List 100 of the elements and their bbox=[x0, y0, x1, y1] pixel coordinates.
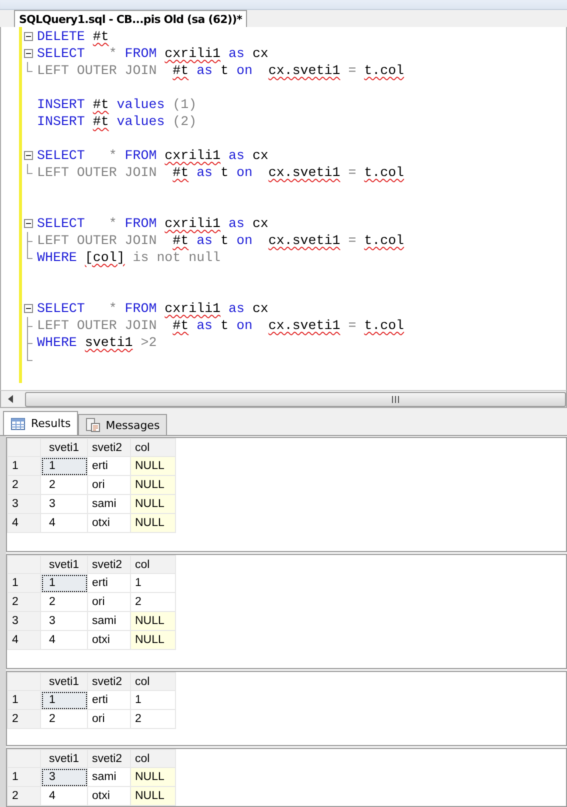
code-token: t bbox=[220, 232, 228, 248]
row-number[interactable]: 1 bbox=[8, 456, 40, 476]
scroll-thumb[interactable] bbox=[25, 392, 566, 407]
code-token: as bbox=[196, 232, 213, 248]
code-token: values bbox=[116, 114, 165, 129]
table-cell[interactable]: NULL bbox=[130, 476, 176, 494]
table-cell[interactable]: ori bbox=[88, 592, 130, 612]
column-header[interactable]: col bbox=[130, 750, 176, 768]
column-header[interactable]: sveti1 bbox=[40, 556, 88, 574]
table-cell[interactable]: 1 bbox=[40, 456, 88, 476]
table-cell[interactable]: erti bbox=[88, 574, 130, 592]
code-token: FROM bbox=[124, 46, 157, 61]
column-header[interactable]: col bbox=[130, 672, 176, 690]
document-tab[interactable]: SQLQuery1.sql - CB...pis Old (sa (62))* bbox=[14, 10, 247, 27]
outline-line bbox=[27, 232, 33, 249]
code-token: #t bbox=[172, 62, 189, 78]
code-token: >2 bbox=[140, 334, 157, 350]
column-header[interactable]: sveti1 bbox=[40, 750, 88, 768]
collapse-icon[interactable] bbox=[24, 48, 33, 58]
code-token: t bbox=[220, 164, 228, 180]
column-header[interactable]: sveti2 bbox=[88, 672, 130, 690]
table-cell[interactable]: 4 bbox=[40, 630, 88, 650]
code-token: #t bbox=[172, 232, 189, 248]
column-header[interactable]: sveti1 bbox=[40, 438, 88, 456]
code-token: cx.sveti1 bbox=[268, 318, 340, 333]
outline-end-line bbox=[27, 62, 33, 72]
code-token: #t bbox=[92, 28, 109, 44]
row-number[interactable]: 1 bbox=[8, 768, 40, 786]
table-cell[interactable]: 4 bbox=[40, 514, 88, 532]
table-cell[interactable]: 4 bbox=[40, 786, 88, 806]
code-token: INSERT bbox=[37, 114, 85, 129]
row-number[interactable]: 2 bbox=[8, 476, 40, 494]
table-cell[interactable]: NULL bbox=[130, 786, 176, 806]
code-token: = bbox=[348, 318, 356, 333]
corner-cell bbox=[8, 750, 40, 768]
column-header[interactable]: sveti1 bbox=[40, 672, 88, 690]
code-token: * bbox=[108, 300, 117, 316]
row-number[interactable]: 4 bbox=[8, 630, 40, 650]
result-tab[interactable]: Messages bbox=[78, 414, 167, 435]
code-token: as bbox=[228, 46, 244, 61]
table-cell[interactable]: ori bbox=[88, 710, 130, 728]
collapse-icon[interactable] bbox=[24, 218, 33, 228]
table-cell[interactable]: NULL bbox=[130, 514, 176, 532]
result-tab[interactable]: Results bbox=[3, 411, 78, 435]
code-token: sveti1 bbox=[84, 334, 133, 350]
column-header[interactable]: sveti2 bbox=[88, 556, 130, 574]
table-cell[interactable]: NULL bbox=[130, 494, 176, 514]
corner-cell bbox=[8, 438, 40, 456]
row-number[interactable]: 4 bbox=[8, 514, 40, 532]
column-header[interactable]: col bbox=[130, 438, 176, 456]
column-header[interactable]: col bbox=[130, 556, 176, 574]
row-number[interactable]: 2 bbox=[8, 786, 40, 806]
code-token: * bbox=[108, 216, 117, 231]
outline-end-line bbox=[27, 350, 33, 361]
code-token: as bbox=[228, 216, 244, 231]
scroll-left-icon[interactable] bbox=[8, 395, 13, 404]
table-cell[interactable]: 3 bbox=[40, 768, 88, 786]
code-token: cx.sveti1 bbox=[268, 164, 340, 180]
table-cell[interactable]: 1 bbox=[130, 574, 176, 592]
horizontal-scrollbar[interactable] bbox=[0, 390, 567, 408]
table-cell[interactable]: erti bbox=[88, 690, 130, 710]
row-number[interactable]: 2 bbox=[8, 710, 40, 728]
table-cell[interactable]: 2 bbox=[40, 710, 88, 728]
code-token: on bbox=[236, 232, 254, 248]
table-cell[interactable]: 1 bbox=[40, 574, 88, 592]
table-cell[interactable]: NULL bbox=[130, 768, 176, 786]
code-token: #t bbox=[172, 164, 189, 180]
messages-icon bbox=[86, 418, 100, 432]
table-cell[interactable]: 1 bbox=[130, 690, 176, 710]
table-cell[interactable]: 3 bbox=[40, 612, 88, 630]
table-cell[interactable]: 2 bbox=[40, 592, 88, 612]
table-cell[interactable]: 2 bbox=[130, 710, 176, 728]
code-token: * bbox=[108, 46, 117, 61]
code-token: as bbox=[196, 62, 213, 78]
row-number[interactable]: 1 bbox=[8, 574, 40, 592]
row-number[interactable]: 3 bbox=[8, 612, 40, 630]
code-editor[interactable] bbox=[0, 26, 567, 390]
collapse-icon[interactable] bbox=[24, 32, 33, 41]
table-cell[interactable]: 2 bbox=[40, 476, 88, 494]
code-token: = bbox=[348, 62, 356, 78]
collapse-icon[interactable] bbox=[24, 304, 33, 313]
code-token: #t bbox=[172, 318, 189, 333]
code-token: cx bbox=[252, 46, 268, 61]
collapse-icon[interactable] bbox=[24, 150, 33, 160]
code-token: cxrili1 bbox=[164, 216, 221, 231]
table-cell[interactable]: NULL bbox=[130, 630, 176, 650]
table-cell[interactable]: NULL bbox=[130, 612, 176, 630]
code-token: as bbox=[196, 318, 213, 333]
column-header[interactable]: sveti2 bbox=[88, 438, 130, 456]
row-number[interactable]: 3 bbox=[8, 494, 40, 514]
code-token: LEFT OUTER JOIN bbox=[37, 318, 158, 333]
table-cell[interactable]: 3 bbox=[40, 494, 88, 514]
table-cell[interactable]: 1 bbox=[40, 690, 88, 710]
row-number[interactable]: 1 bbox=[8, 690, 40, 710]
code-token: as bbox=[228, 300, 244, 316]
row-number[interactable]: 2 bbox=[8, 592, 40, 612]
column-header[interactable]: sveti2 bbox=[88, 750, 130, 768]
code-token: * bbox=[108, 148, 117, 163]
table-cell[interactable]: NULL bbox=[130, 456, 176, 476]
code-token: values bbox=[116, 96, 165, 112]
